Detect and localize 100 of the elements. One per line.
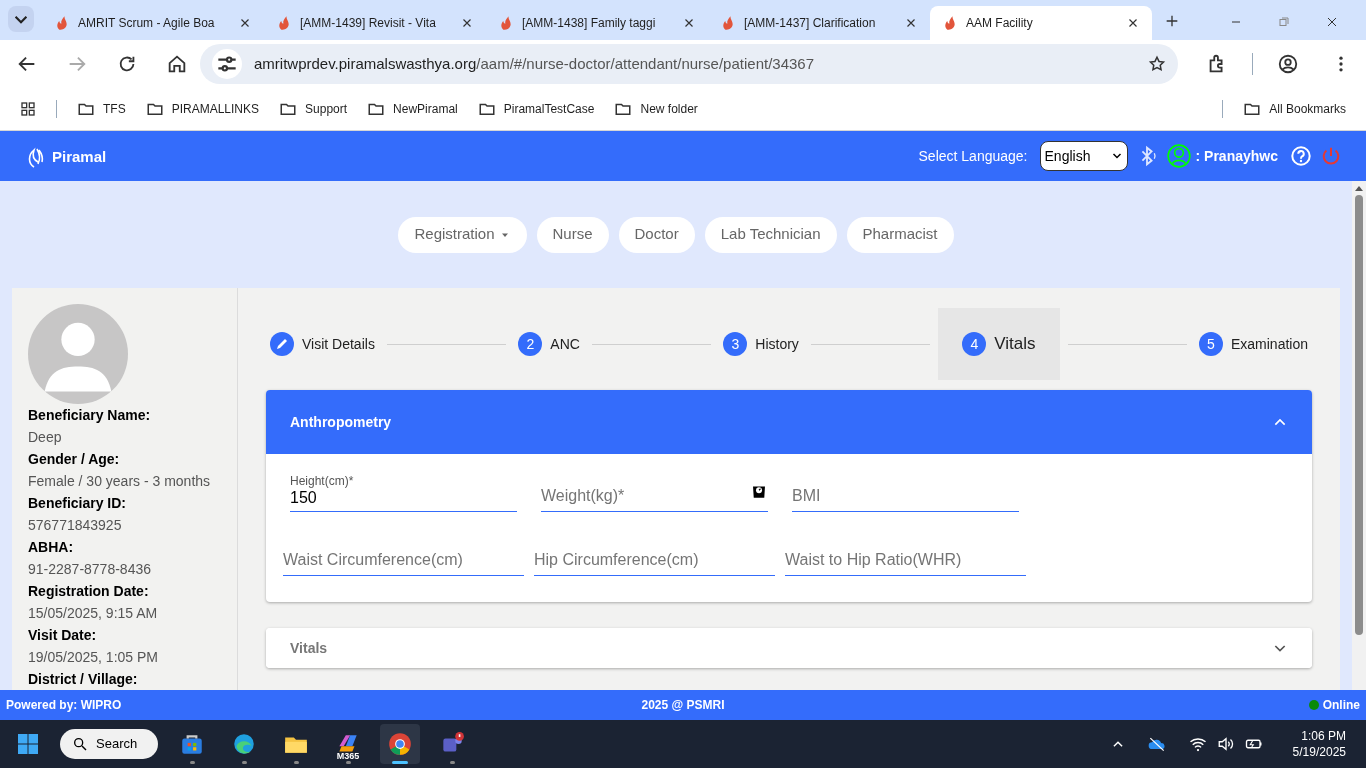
role-tab[interactable]: Pharmacist	[846, 216, 954, 253]
clock-date: 5/19/2025	[1292, 744, 1346, 760]
bookmark-item[interactable]: All Bookmarks	[1222, 100, 1346, 118]
url-text: amritwprdev.piramalswasthya.org/aam/#/nurse-doctor/attendant/nurse/patient/34367	[254, 53, 816, 74]
new-tab-icon[interactable]	[1164, 13, 1180, 29]
brand-name: Piramal	[52, 146, 107, 167]
search-icon	[72, 736, 88, 752]
bookmark-item[interactable]: PiramalTestCase	[477, 100, 595, 118]
panel-title: Anthropometry	[290, 412, 392, 432]
step-label: Examination	[1230, 334, 1308, 354]
field-label: Beneficiary ID:	[28, 494, 128, 513]
restore-icon[interactable]	[1278, 16, 1290, 28]
tab-title: [AMM-1438] Family taggi	[522, 15, 657, 32]
language-label: Select Language:	[918, 146, 1028, 166]
field-label: Gender / Age:	[28, 450, 121, 469]
clock-time: 1:06 PM	[1301, 728, 1346, 744]
field-value: 19/05/2025, 1:05 PM	[28, 648, 159, 667]
field-value: 576771843925	[28, 516, 123, 535]
bookmark-item[interactable]: NewPiramal	[367, 100, 458, 118]
tab-title: AAM Facility	[966, 15, 1034, 32]
input-field[interactable]: Waist Circumference(cm)	[283, 536, 524, 576]
panel-header[interactable]: Vitals	[266, 628, 1312, 668]
stepper-step[interactable]: 4 Vitals	[938, 308, 1060, 380]
bookmark-item[interactable]: PIRAMALLINKS	[145, 100, 260, 118]
step-label: Vitals	[994, 333, 1036, 356]
flame-icon	[720, 15, 736, 31]
browser-tab[interactable]: [AMM-1438] Family taggi	[486, 6, 708, 40]
username: : Pranayhwc	[1195, 146, 1278, 166]
tab-title: AMRIT Scrum - Agile Boa	[78, 15, 216, 32]
tab-title: [AMM-1437] Clarification	[744, 15, 877, 32]
field-placeholder: Weight(kg)*	[541, 486, 625, 506]
taskbar-app[interactable]: M365	[328, 724, 368, 764]
app-label: M365	[335, 752, 361, 761]
step-number: 4	[962, 332, 987, 356]
tab-title: [AMM-1439] Revisit - Vita	[300, 15, 437, 32]
bookmark-item[interactable]: Support	[279, 100, 348, 118]
field-value: 150	[290, 488, 318, 508]
browser-tab[interactable]: AAM Facility	[930, 6, 1152, 40]
wifi-icon[interactable]	[1188, 735, 1207, 753]
field-placeholder: Hip Circumference(cm)	[534, 550, 699, 570]
step-number: 2	[518, 332, 543, 356]
step-number: 3	[723, 332, 748, 356]
help-icon[interactable]	[1290, 145, 1312, 167]
pencil-icon	[270, 332, 294, 356]
bookmark-item[interactable]: TFS	[77, 100, 126, 118]
role-tab[interactable]: Lab Technician	[704, 216, 837, 253]
field-value: Deep	[28, 428, 63, 447]
field-placeholder: BMI	[792, 486, 821, 506]
browser-tab[interactable]: [AMM-1437] Clarification	[708, 6, 930, 40]
input-field[interactable]: Height(cm)* 150	[290, 472, 517, 512]
field-label: Visit Date:	[28, 626, 98, 645]
panel-title: Vitals	[290, 638, 328, 658]
flame-icon	[276, 15, 292, 31]
avatar-silhouette-icon	[28, 304, 128, 404]
copyright-text: 2025 @ PSMRI	[640, 697, 726, 714]
input-field[interactable]: BMI	[792, 472, 1019, 512]
stepper-step[interactable]: 5 Examination	[1194, 324, 1312, 364]
tab-list-icon[interactable]	[8, 6, 34, 32]
bookmark-star-icon[interactable]	[1148, 55, 1166, 73]
status-text: Online	[1322, 697, 1360, 714]
flame-icon	[498, 15, 514, 31]
windows-start-icon[interactable]	[16, 732, 40, 756]
step-number: 5	[1198, 332, 1223, 356]
close-icon[interactable]	[1326, 16, 1338, 28]
input-field[interactable]: Hip Circumference(cm)	[534, 536, 775, 576]
address-bar[interactable]: amritwprdev.piramalswasthya.org/aam/#/nurse-doctor/attendant/nurse/patient/34367	[200, 44, 1178, 84]
browser-wave-icon	[231, 731, 257, 757]
step-label: History	[755, 334, 799, 354]
taskbar-search[interactable]: Search	[60, 729, 158, 759]
input-field[interactable]: Weight(kg)*	[541, 472, 768, 512]
input-field[interactable]: Waist to Hip Ratio(WHR)	[785, 536, 1026, 576]
site-settings-icon[interactable]	[212, 49, 242, 79]
step-label: ANC	[550, 334, 580, 354]
speaker-icon[interactable]	[1216, 735, 1235, 753]
field-label: ABHA:	[28, 538, 75, 557]
user-icon	[1165, 143, 1192, 169]
step-label: Visit Details	[302, 334, 375, 354]
scrollbar[interactable]	[1352, 181, 1366, 690]
field-placeholder: Waist Circumference(cm)	[283, 550, 463, 570]
bookmark-item[interactable]: New folder	[614, 100, 698, 118]
stepper-step[interactable]: 3 History	[719, 324, 803, 364]
chrome-icon	[387, 731, 413, 757]
language-select[interactable]: English	[1039, 141, 1128, 171]
taskbar-app[interactable]	[380, 724, 420, 764]
role-tab[interactable]: Registration	[398, 216, 527, 253]
browser-tab[interactable]: AMRIT Scrum - Agile Boa	[42, 6, 264, 40]
clock[interactable]: 1:06 PM 5/19/2025	[1292, 728, 1346, 760]
browser-tab[interactable]: [AMM-1439] Revisit - Vita	[264, 6, 486, 40]
role-tab[interactable]: Doctor	[618, 216, 695, 253]
field-label: Height(cm)*	[290, 474, 354, 488]
apps-grid-icon[interactable]	[20, 101, 36, 117]
field-label: Beneficiary Name:	[28, 406, 152, 425]
role-tab[interactable]: Nurse	[536, 216, 609, 253]
home-icon[interactable]	[166, 53, 188, 75]
panel-header[interactable]: Anthropometry	[266, 390, 1312, 454]
flame-icon	[942, 15, 958, 31]
field-value: 15/05/2025, 9:15 AM	[28, 604, 159, 623]
stepper-step[interactable]: Visit Details	[266, 324, 379, 364]
stepper-step[interactable]: 2 ANC	[514, 324, 584, 364]
profile-icon[interactable]	[1277, 53, 1299, 75]
